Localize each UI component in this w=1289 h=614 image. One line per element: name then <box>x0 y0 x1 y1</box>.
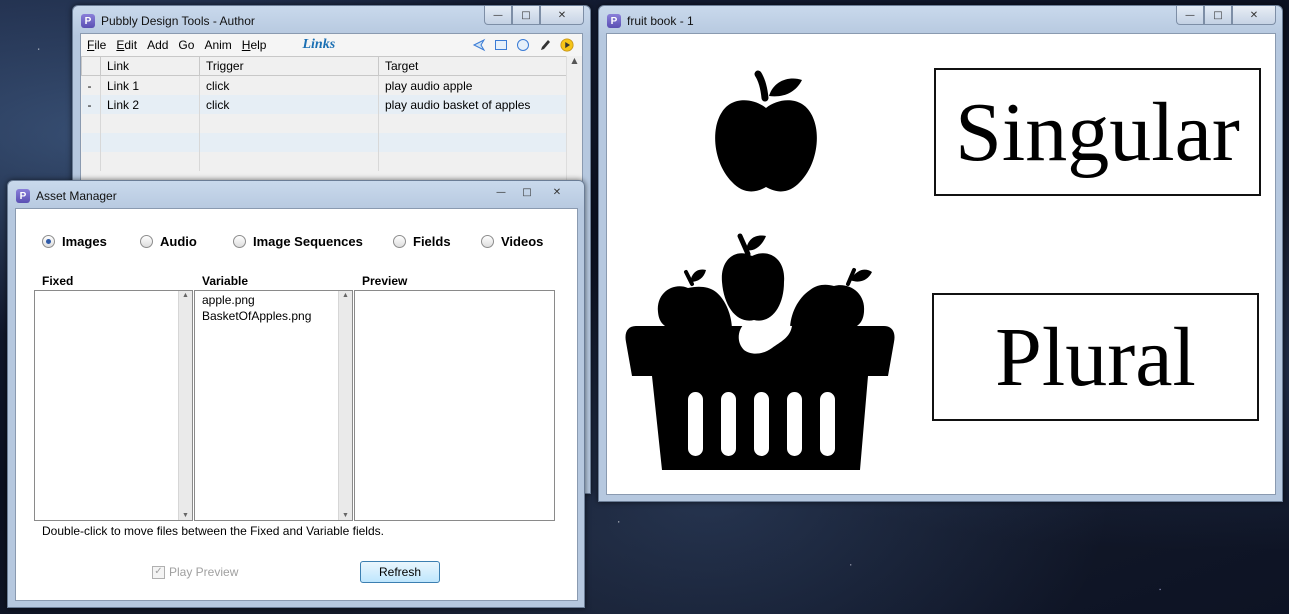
menu-file[interactable]: File <box>87 38 106 52</box>
minimize-button[interactable]: — <box>488 183 514 201</box>
maximize-button[interactable]: □ <box>514 183 540 201</box>
trigger-cell[interactable]: click <box>199 75 379 95</box>
target-cell[interactable]: play audio apple <box>378 75 573 95</box>
radio-dot[interactable] <box>393 235 406 248</box>
singular-label-box[interactable]: Singular <box>934 68 1261 196</box>
col-header-trigger[interactable]: Trigger <box>199 56 379 76</box>
fixed-column-label: Fixed <box>42 274 74 288</box>
author-titlebar[interactable]: P Pubbly Design Tools - Author — □ ✕ <box>73 6 590 36</box>
trigger-cell[interactable]: click <box>199 95 379 114</box>
basket-of-apples-image[interactable] <box>622 226 897 476</box>
play-preview-checkbox[interactable]: ✓ Play Preview <box>152 565 238 579</box>
radio-videos[interactable]: Videos <box>481 234 543 249</box>
col-header-target[interactable]: Target <box>378 56 573 76</box>
asset-type-radio-group: Images Audio Image Sequences Fields Vide… <box>16 234 577 254</box>
col-header-link[interactable]: Link <box>100 56 200 76</box>
radio-dot[interactable] <box>233 235 246 248</box>
variable-column-label: Variable <box>202 274 249 288</box>
ellipse-tool-icon[interactable] <box>516 38 530 52</box>
pubbly-app-icon: P <box>81 14 95 28</box>
author-window-title: Pubbly Design Tools - Author <box>101 14 255 28</box>
close-button[interactable]: ✕ <box>1232 6 1276 25</box>
checkmark-icon[interactable]: ✓ <box>152 565 165 579</box>
book-window-title: fruit book - 1 <box>627 14 694 28</box>
fixed-list-scrollbar[interactable]: ▲ ▼ <box>178 291 192 520</box>
book-titlebar[interactable]: P fruit book - 1 — □ ✕ <box>599 6 1282 36</box>
links-table: Link Trigger Target - Link 1 click play … <box>81 56 573 171</box>
col-header-blank <box>81 56 101 76</box>
close-button[interactable]: ✕ <box>540 6 584 25</box>
preview-pane <box>354 290 555 521</box>
asset-manager-titlebar[interactable]: P Asset Manager — □ ✕ <box>8 181 584 211</box>
book-page: Singular Plural <box>606 33 1276 495</box>
link-cell[interactable]: Link 1 <box>100 75 200 95</box>
table-row[interactable]: - Link 1 click play audio apple <box>81 75 573 95</box>
asset-manager-window: P Asset Manager — □ ✕ Images Audio Image… <box>7 180 585 608</box>
list-item[interactable]: apple.png <box>195 291 352 307</box>
plural-label: Plural <box>995 310 1196 404</box>
radio-dot[interactable] <box>140 235 153 248</box>
play-icon[interactable] <box>560 38 574 52</box>
asset-manager-title: Asset Manager <box>36 189 117 203</box>
pointer-tool-icon[interactable] <box>472 38 486 52</box>
refresh-button[interactable]: Refresh <box>360 561 440 583</box>
minimize-button[interactable]: — <box>1176 6 1204 25</box>
radio-audio[interactable]: Audio <box>140 234 197 249</box>
asset-manager-client: Images Audio Image Sequences Fields Vide… <box>15 208 578 601</box>
row-marker: - <box>81 75 101 95</box>
menu-edit[interactable]: Edit <box>116 38 137 52</box>
minimize-button[interactable]: — <box>484 6 512 25</box>
link-cell[interactable]: Link 2 <box>100 95 200 114</box>
table-row[interactable]: - Link 2 click play audio basket of appl… <box>81 95 573 114</box>
mode-label: Links <box>302 37 336 52</box>
apple-image[interactable] <box>702 68 832 198</box>
radio-dot[interactable] <box>481 235 494 248</box>
menu-bar: File Edit Add Go Anim Help Links <box>81 34 582 56</box>
scroll-up-icon[interactable]: ▲ <box>339 292 352 299</box>
play-preview-label: Play Preview <box>169 565 239 579</box>
variable-list-scrollbar[interactable]: ▲ ▼ <box>338 291 352 520</box>
scroll-up-icon[interactable]: ▲ <box>179 292 192 299</box>
table-row-empty[interactable] <box>81 152 573 171</box>
close-button[interactable]: ✕ <box>540 183 574 201</box>
maximize-button[interactable]: □ <box>512 6 540 25</box>
target-cell[interactable]: play audio basket of apples <box>378 95 573 114</box>
table-row-empty[interactable] <box>81 133 573 152</box>
pubbly-app-icon: P <box>16 189 30 203</box>
table-row-empty[interactable] <box>81 114 573 133</box>
preview-column-label: Preview <box>362 274 408 288</box>
radio-fields[interactable]: Fields <box>393 234 451 249</box>
scroll-up-icon[interactable]: ▲ <box>567 56 582 65</box>
scroll-down-icon[interactable]: ▼ <box>179 512 192 519</box>
rectangle-tool-icon[interactable] <box>494 38 508 52</box>
fixed-list[interactable]: ▲ ▼ <box>34 290 193 521</box>
menu-go[interactable]: Go <box>178 38 194 52</box>
plural-label-box[interactable]: Plural <box>932 293 1259 421</box>
menu-add[interactable]: Add <box>147 38 168 52</box>
radio-images[interactable]: Images <box>42 234 107 249</box>
list-item[interactable]: BasketOfApples.png <box>195 307 352 323</box>
radio-image-sequences[interactable]: Image Sequences <box>233 234 363 249</box>
pubbly-app-icon: P <box>607 14 621 28</box>
hint-text: Double-click to move files between the F… <box>42 524 384 538</box>
row-marker: - <box>81 95 101 114</box>
singular-label: Singular <box>955 85 1240 179</box>
menu-help[interactable]: Help <box>242 38 267 52</box>
maximize-button[interactable]: □ <box>1204 6 1232 25</box>
radio-dot-selected[interactable] <box>42 235 55 248</box>
scroll-down-icon[interactable]: ▼ <box>339 512 352 519</box>
menu-anim[interactable]: Anim <box>204 38 231 52</box>
book-window: P fruit book - 1 — □ ✕ Singular Plural <box>598 5 1283 502</box>
variable-list[interactable]: apple.png BasketOfApples.png ▲ ▼ <box>194 290 353 521</box>
pencil-tool-icon[interactable] <box>538 38 552 52</box>
